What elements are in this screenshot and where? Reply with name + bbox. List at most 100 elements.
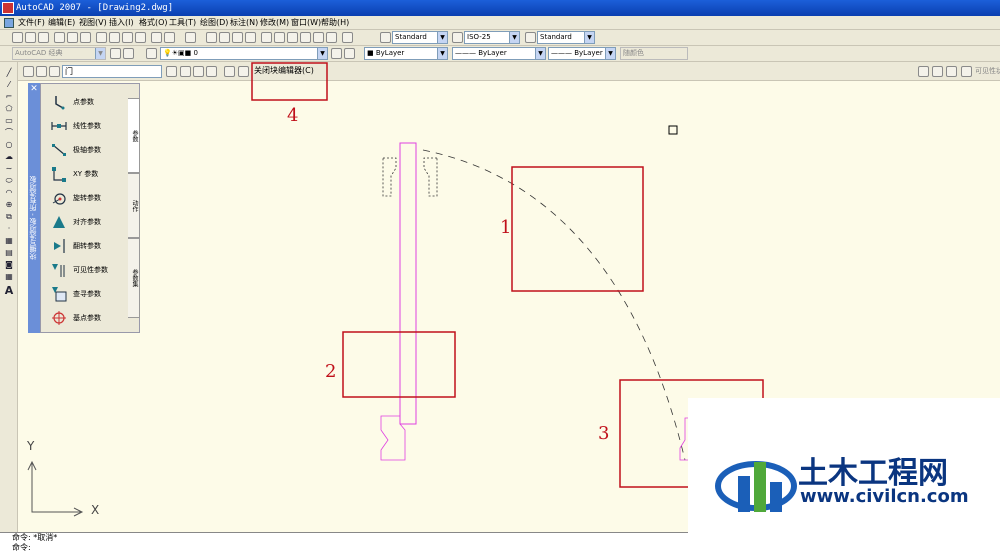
menu-draw[interactable]: 绘图(D) (200, 17, 228, 29)
help-icon[interactable] (342, 32, 353, 43)
cut-icon[interactable] (96, 32, 107, 43)
save-icon[interactable] (38, 32, 49, 43)
open-icon[interactable] (25, 32, 36, 43)
menu-help[interactable]: 帮助(H) (321, 17, 349, 29)
layer-previous-icon[interactable] (344, 48, 355, 59)
linear-parameter-item[interactable]: 线性参数 (51, 116, 131, 136)
menu-format[interactable]: 格式(O) (139, 17, 168, 29)
edit-block-icon[interactable] (23, 66, 34, 77)
my-workspace-icon[interactable] (123, 48, 134, 59)
alignment-parameter-item[interactable]: 对齐参数 (51, 212, 131, 232)
menu-view[interactable]: 视图(V) (79, 17, 107, 29)
text-style-select[interactable]: Standard ▼ (392, 31, 448, 44)
arc-icon[interactable]: ⌒ (3, 128, 15, 138)
table-style-select[interactable]: Standard ▼ (537, 31, 595, 44)
properties-icon[interactable] (261, 32, 272, 43)
publish-icon[interactable] (80, 32, 91, 43)
info-icon[interactable] (238, 66, 249, 77)
linetype-select[interactable]: ——— ByLayer ▼ (452, 47, 546, 60)
make-invisible-icon[interactable] (946, 66, 957, 77)
zoom-window-icon[interactable] (232, 32, 243, 43)
rectangle-icon[interactable]: ▭ (3, 116, 15, 126)
zoom-previous-icon[interactable] (245, 32, 256, 43)
close-icon[interactable]: ✕ (29, 84, 39, 94)
multiline-text-icon[interactable]: A (3, 285, 15, 296)
pan-icon[interactable] (206, 32, 217, 43)
menu-modify[interactable]: 修改(M) (260, 17, 289, 29)
table-icon[interactable]: ▦ (3, 272, 15, 282)
make-block-icon[interactable]: ⧉ (3, 212, 15, 222)
tab-parameters[interactable]: 参数 (128, 98, 140, 173)
dim-style-select[interactable]: ISO-25 ▼ (464, 31, 520, 44)
save-block-icon[interactable] (36, 66, 47, 77)
visibility-states-icon[interactable] (961, 66, 972, 77)
rotation-parameter-item[interactable]: 旋转参数 (51, 188, 131, 208)
hatch-icon[interactable]: ▦ (3, 236, 15, 246)
point-icon[interactable]: · (3, 224, 15, 234)
ellipse-arc-icon[interactable]: ◠ (3, 188, 15, 198)
define-attribute-icon[interactable] (206, 66, 217, 77)
autocad-app-icon[interactable] (2, 2, 14, 14)
close-block-editor-button[interactable]: 关闭块编辑器(C) (254, 65, 314, 77)
polyline-icon[interactable]: ⌐ (3, 92, 15, 102)
menu-tools[interactable]: 工具(T) (169, 17, 196, 29)
lookup-parameter-item[interactable]: 查寻参数 (51, 284, 131, 304)
make-visible-icon[interactable] (932, 66, 943, 77)
construction-line-icon[interactable]: ⁄ (3, 80, 15, 90)
gradient-icon[interactable]: ▤ (3, 248, 15, 258)
workspace-select[interactable]: AutoCAD 经典 ▼ (12, 47, 106, 60)
preview-icon[interactable] (67, 32, 78, 43)
tool-palettes-icon[interactable] (287, 32, 298, 43)
polygon-icon[interactable]: ⬠ (3, 104, 15, 114)
match-properties-icon[interactable] (135, 32, 146, 43)
zoom-realtime-icon[interactable] (219, 32, 230, 43)
polar-parameter-item[interactable]: 极轴参数 (51, 140, 131, 160)
workspace-settings-icon[interactable] (110, 48, 121, 59)
revision-cloud-icon[interactable]: ☁ (3, 152, 15, 162)
parameter-icon[interactable] (180, 66, 191, 77)
command-prompt-line[interactable]: 命令: (12, 543, 1000, 553)
menu-dimension[interactable]: 标注(N) (230, 17, 258, 29)
ellipse-icon[interactable]: ⬭ (3, 176, 15, 186)
basepoint-parameter-item[interactable]: 基点参数 (51, 308, 131, 328)
spline-icon[interactable]: ∼ (3, 164, 15, 174)
calculator-icon[interactable] (326, 32, 337, 43)
line-icon[interactable]: ╱ (3, 68, 15, 78)
make-object-layer-current-icon[interactable] (331, 48, 342, 59)
copy-icon[interactable] (109, 32, 120, 43)
redo-icon[interactable] (185, 32, 196, 43)
layer-manager-icon[interactable] (146, 48, 157, 59)
markup-icon[interactable] (313, 32, 324, 43)
region-icon[interactable]: ◙ (3, 260, 15, 270)
menu-edit[interactable]: 编辑(E) (48, 17, 75, 29)
flip-parameter-item[interactable]: 翻转参数 (51, 236, 131, 256)
document-icon[interactable] (4, 18, 14, 28)
menu-window[interactable]: 窗口(W) (291, 17, 321, 29)
action-icon[interactable] (193, 66, 204, 77)
circle-icon[interactable]: ○ (3, 140, 15, 150)
menu-file[interactable]: 文件(F) (18, 17, 45, 29)
save-block-as-icon[interactable] (49, 66, 60, 77)
tab-actions[interactable]: 动作 (128, 173, 140, 238)
undo-icon[interactable] (164, 32, 175, 43)
block-name-field[interactable]: 门 (62, 65, 162, 78)
layer-select[interactable]: 💡☀▣■ 0 ▼ (160, 47, 328, 60)
update-parameter-icon[interactable] (224, 66, 235, 77)
lineweight-select[interactable]: ——— ByLayer ▼ (548, 47, 616, 60)
design-center-icon[interactable] (274, 32, 285, 43)
block-editor-icon[interactable] (151, 32, 162, 43)
point-parameter-item[interactable]: 点参数 (51, 92, 131, 112)
insert-block-icon[interactable]: ⊕ (3, 200, 15, 210)
palette-title-bar[interactable]: ✕ 块编写选项板 - 所有选项板 (28, 83, 40, 333)
xy-parameter-item[interactable]: XY 参数 (51, 164, 131, 184)
new-icon[interactable] (12, 32, 23, 43)
visibility-parameter-item[interactable]: 可见性参数 (51, 260, 131, 280)
sheet-set-icon[interactable] (300, 32, 311, 43)
paste-icon[interactable] (122, 32, 133, 43)
color-select[interactable]: ■ ByLayer ▼ (364, 47, 448, 60)
plot-icon[interactable] (54, 32, 65, 43)
tab-parameter-sets[interactable]: 参数集 (128, 238, 140, 318)
visibility-mode-icon[interactable] (918, 66, 929, 77)
authoring-palettes-icon[interactable] (166, 66, 177, 77)
menu-insert[interactable]: 插入(I) (109, 17, 134, 29)
